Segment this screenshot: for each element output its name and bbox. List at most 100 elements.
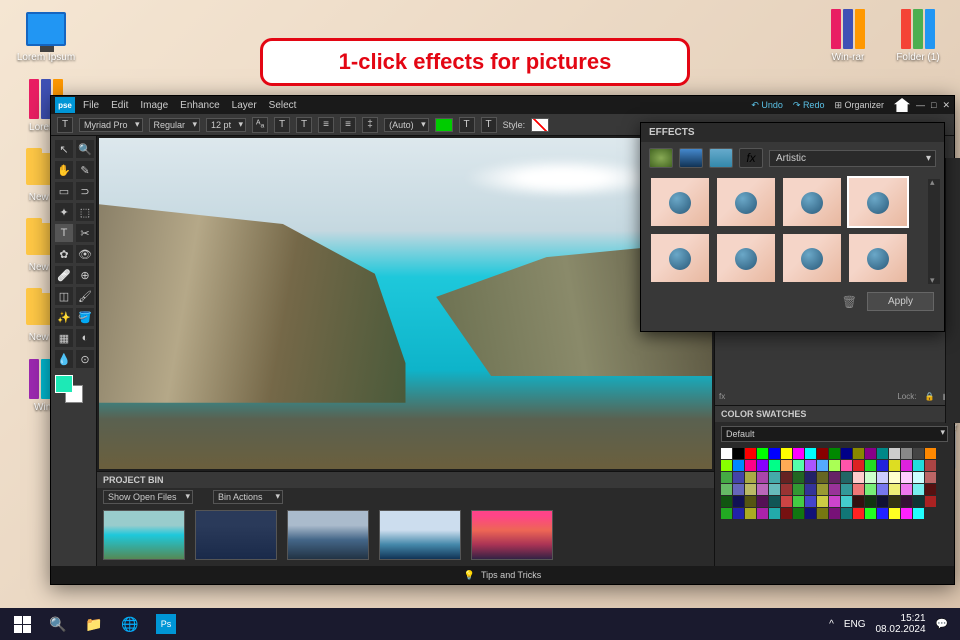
swatch[interactable]: [841, 460, 852, 471]
swatch[interactable]: [853, 508, 864, 519]
swatch[interactable]: [925, 460, 936, 471]
wand-tool[interactable]: ✦: [55, 203, 73, 221]
text-color[interactable]: [435, 118, 453, 132]
swatch[interactable]: [889, 496, 900, 507]
swatch[interactable]: [925, 496, 936, 507]
smart-tool[interactable]: ✨: [55, 308, 73, 326]
swatch[interactable]: [721, 508, 732, 519]
swatch[interactable]: [841, 472, 852, 483]
size-dropdown[interactable]: 12 pt: [206, 118, 246, 132]
gradient-tool[interactable]: ▦: [55, 329, 73, 347]
marquee-tool[interactable]: ▭: [55, 182, 73, 200]
swatch[interactable]: [805, 460, 816, 471]
swatch[interactable]: [721, 484, 732, 495]
apply-button[interactable]: Apply: [867, 292, 934, 311]
effect-thumb-8[interactable]: [849, 234, 907, 282]
swatch[interactable]: [745, 496, 756, 507]
undo-button[interactable]: ↶ Undo: [751, 100, 783, 111]
bin-thumb-2[interactable]: [195, 510, 277, 560]
swatch[interactable]: [913, 496, 924, 507]
menu-edit[interactable]: Edit: [111, 100, 128, 111]
healing-tool[interactable]: 🩹: [55, 266, 73, 284]
bin-thumb-3[interactable]: [287, 510, 369, 560]
swatch[interactable]: [793, 472, 804, 483]
redo-button[interactable]: ↷ Redo: [793, 100, 825, 111]
desktop-icon-winrar2[interactable]: Win-rar: [818, 8, 878, 63]
swatch[interactable]: [817, 472, 828, 483]
swatch[interactable]: [745, 508, 756, 519]
hand-tool[interactable]: ✋: [55, 161, 73, 179]
swatch[interactable]: [841, 448, 852, 459]
swatch[interactable]: [889, 448, 900, 459]
swatch[interactable]: [733, 508, 744, 519]
swatch[interactable]: [865, 496, 876, 507]
chrome-button[interactable]: 🌐: [112, 610, 148, 638]
effects-category-dropdown[interactable]: Artistic: [769, 150, 936, 167]
swatch[interactable]: [757, 496, 768, 507]
swatch[interactable]: [781, 484, 792, 495]
swatch[interactable]: [721, 460, 732, 471]
swatch[interactable]: [853, 472, 864, 483]
swatch[interactable]: [829, 472, 840, 483]
swatch[interactable]: [889, 484, 900, 495]
swatch[interactable]: [913, 448, 924, 459]
swatch[interactable]: [781, 448, 792, 459]
swatch[interactable]: [769, 484, 780, 495]
swatch[interactable]: [901, 484, 912, 495]
swatch[interactable]: [769, 508, 780, 519]
effect-thumb-4[interactable]: [849, 178, 907, 226]
swatch-grid[interactable]: [715, 446, 954, 521]
swatch[interactable]: [757, 508, 768, 519]
swatch[interactable]: [769, 472, 780, 483]
swatch[interactable]: [733, 472, 744, 483]
blur-tool[interactable]: 💧: [55, 350, 73, 368]
warp-icon[interactable]: T: [459, 117, 475, 133]
swatch[interactable]: [757, 484, 768, 495]
bucket-tool[interactable]: 🪣: [76, 308, 94, 326]
swatch[interactable]: [925, 448, 936, 459]
swatch[interactable]: [889, 460, 900, 471]
crop-tool[interactable]: ✂: [76, 224, 94, 242]
tray-chevron-icon[interactable]: ^: [829, 619, 834, 630]
swatch[interactable]: [913, 472, 924, 483]
effects-scrollbar[interactable]: [928, 179, 940, 284]
swatch[interactable]: [745, 460, 756, 471]
effect-thumb-3[interactable]: [783, 178, 841, 226]
type-tool[interactable]: T: [55, 224, 73, 242]
effect-thumb-2[interactable]: [717, 178, 775, 226]
swatch[interactable]: [805, 496, 816, 507]
swatch[interactable]: [733, 484, 744, 495]
swatch[interactable]: [853, 448, 864, 459]
canvas[interactable]: [99, 138, 712, 469]
text-tool-icon[interactable]: T: [57, 117, 73, 133]
clone-tool[interactable]: ⊕: [76, 266, 94, 284]
search-button[interactable]: 🔍: [40, 610, 76, 638]
antialias-icon[interactable]: ᴬₐ: [252, 117, 268, 133]
align-left-icon[interactable]: ≡: [318, 117, 334, 133]
swatch[interactable]: [817, 460, 828, 471]
swatch[interactable]: [841, 496, 852, 507]
eyedropper-tool[interactable]: ✎: [76, 161, 94, 179]
show-files-dropdown[interactable]: Show Open Files: [103, 490, 193, 504]
swatch[interactable]: [817, 448, 828, 459]
swatch[interactable]: [769, 460, 780, 471]
swatch[interactable]: [865, 484, 876, 495]
redeye-tool[interactable]: 👁: [76, 245, 94, 263]
swatch[interactable]: [877, 496, 888, 507]
leading-dropdown[interactable]: (Auto): [384, 118, 429, 132]
swatch[interactable]: [829, 508, 840, 519]
swatch[interactable]: [901, 508, 912, 519]
align-center-icon[interactable]: ≡: [340, 117, 356, 133]
swatch[interactable]: [781, 460, 792, 471]
lasso-tool[interactable]: ⊃: [76, 182, 94, 200]
swatch[interactable]: [865, 460, 876, 471]
swatch[interactable]: [913, 508, 924, 519]
swatch[interactable]: [745, 484, 756, 495]
fx-cat-all[interactable]: fx: [739, 148, 763, 168]
menu-file[interactable]: File: [83, 100, 99, 111]
swatch[interactable]: [925, 484, 936, 495]
swatch[interactable]: [733, 448, 744, 459]
eraser-tool[interactable]: ◫: [55, 287, 73, 305]
swatch[interactable]: [733, 496, 744, 507]
fx-cat-filters[interactable]: [649, 148, 673, 168]
